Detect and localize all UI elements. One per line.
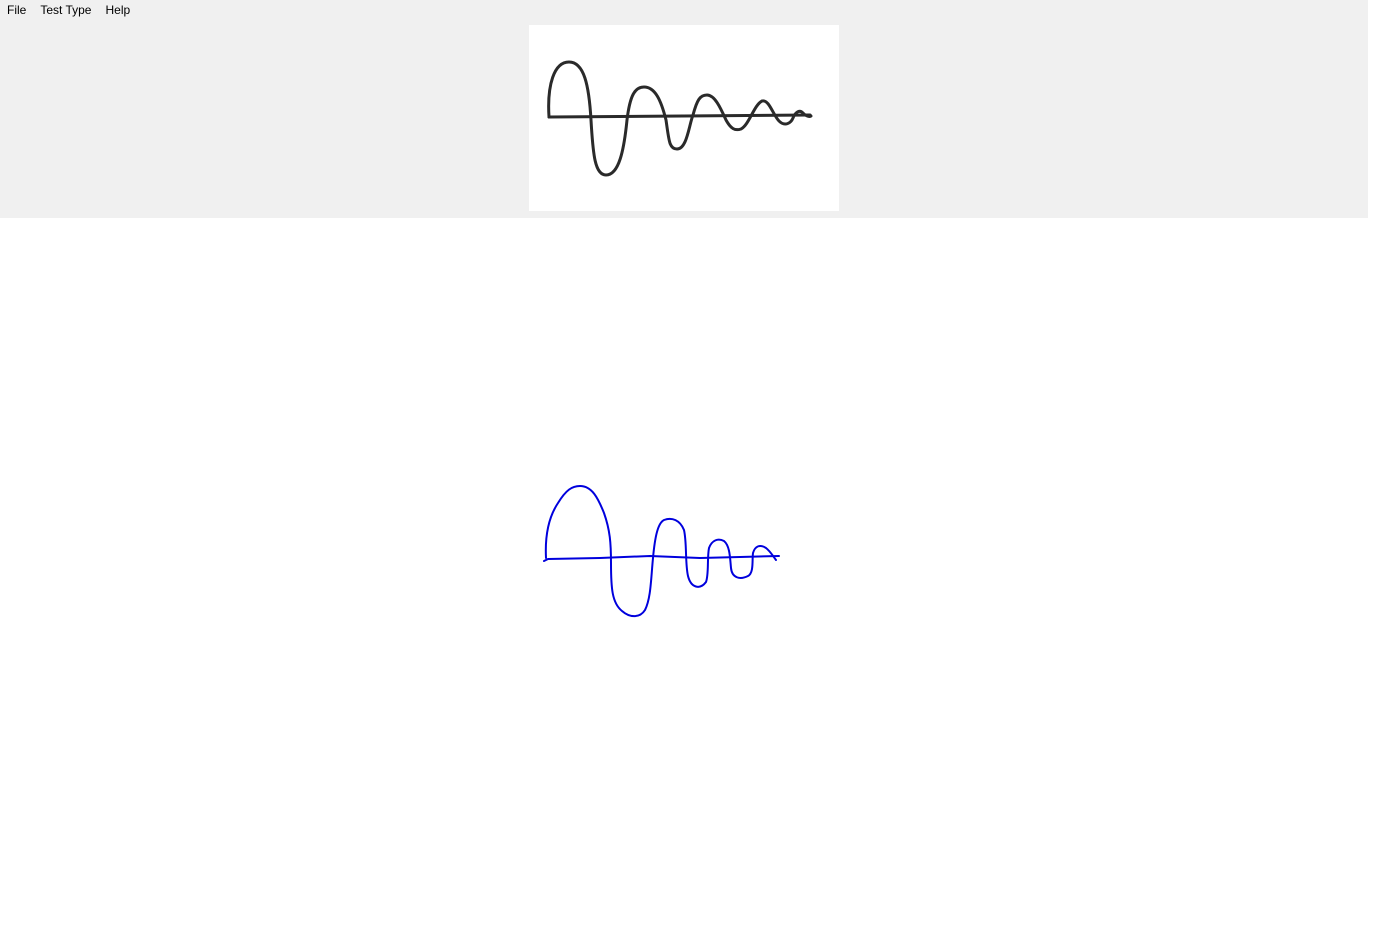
- reference-image: [529, 25, 839, 211]
- reference-wave: [547, 60, 813, 177]
- reference-baseline: [547, 113, 812, 119]
- top-panel: File Test Type Help: [0, 0, 1368, 218]
- menu-bar: File Test Type Help: [0, 0, 137, 20]
- drawing-baseline: [543, 555, 780, 562]
- drawing-wave: [544, 485, 777, 618]
- menu-file[interactable]: File: [0, 0, 33, 20]
- menu-test-type[interactable]: Test Type: [33, 0, 98, 20]
- user-drawing: [543, 485, 780, 618]
- menu-help[interactable]: Help: [98, 0, 137, 20]
- reference-spiral-wave: [547, 60, 813, 177]
- drawing-canvas[interactable]: [0, 218, 1381, 925]
